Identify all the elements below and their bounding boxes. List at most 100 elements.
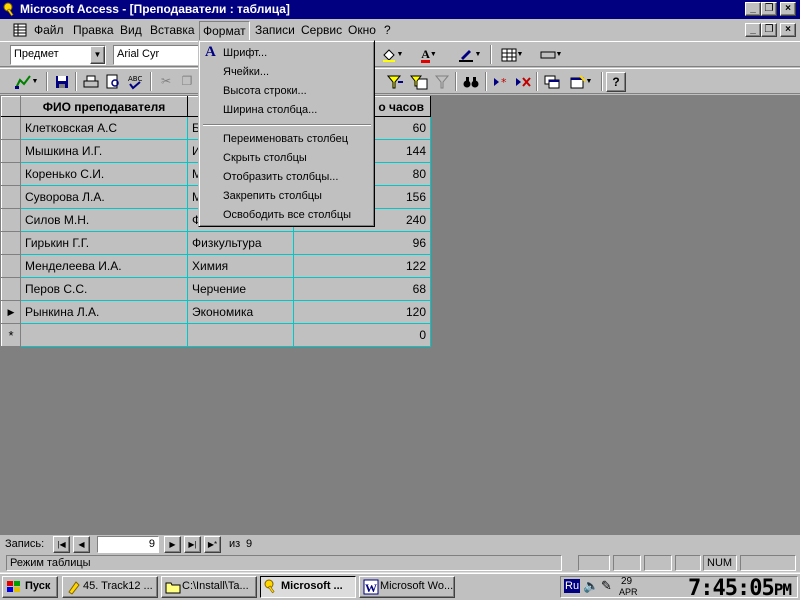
database-window-button[interactable] xyxy=(541,72,563,92)
previous-record-button[interactable]: ◀ xyxy=(73,536,90,553)
record-selector[interactable] xyxy=(1,277,21,301)
apply-filter-button[interactable] xyxy=(431,72,453,92)
menu-records[interactable]: Записи xyxy=(255,23,295,39)
record-selector[interactable] xyxy=(1,139,21,163)
record-selector[interactable] xyxy=(1,231,21,255)
cell-teacher-name[interactable]: Перов С.С. xyxy=(20,277,188,301)
menu-help[interactable]: ? xyxy=(384,23,391,39)
menu-item-column-width[interactable]: Ширина столбца... xyxy=(202,101,373,120)
font-combo[interactable]: Arial Cyr xyxy=(113,45,203,65)
close-button[interactable]: × xyxy=(780,2,796,16)
cell-hours[interactable]: 120 xyxy=(293,300,431,324)
record-selector[interactable] xyxy=(1,254,21,278)
copy-button[interactable]: ❐ xyxy=(177,72,197,92)
cell-teacher-name[interactable]: Коренько С.И. xyxy=(20,162,188,186)
record-selector[interactable] xyxy=(1,208,21,232)
cell-teacher-name[interactable] xyxy=(20,323,188,347)
font-color-button[interactable]: A▼ xyxy=(414,45,444,65)
chevron-down-icon[interactable]: ▼ xyxy=(90,46,105,64)
cell-teacher-name[interactable]: Суворова Л.А. xyxy=(20,185,188,209)
record-selector[interactable] xyxy=(1,116,21,140)
cell-subject[interactable]: Физкультура xyxy=(187,231,294,255)
menu-window[interactable]: Окно xyxy=(348,23,376,39)
field-combo[interactable]: Предмет ▼ xyxy=(10,45,106,65)
cell-hours[interactable]: 0 xyxy=(293,323,431,347)
menu-item-unfreeze-all-columns[interactable]: Освободить все столбцы xyxy=(202,206,373,225)
taskbar-button-word[interactable]: W Microsoft Wo... xyxy=(359,576,455,598)
find-button[interactable] xyxy=(460,72,482,92)
table-row[interactable]: Перов С.С. Черчение 68 xyxy=(1,277,431,301)
menu-file[interactable]: Файл xyxy=(34,23,64,39)
menu-item-row-height[interactable]: Высота строки... xyxy=(202,82,373,101)
menu-item-font[interactable]: A Шрифт... xyxy=(202,44,373,63)
menu-edit[interactable]: Правка xyxy=(73,23,114,39)
menu-item-unhide-columns[interactable]: Отобразить столбцы... xyxy=(202,168,373,187)
title-bar[interactable]: Microsoft Access - [Преподаватели : табл… xyxy=(0,0,800,19)
cell-hours[interactable]: 96 xyxy=(293,231,431,255)
new-record-button[interactable]: * xyxy=(490,72,512,92)
doc-restore-button[interactable]: ❐ xyxy=(761,23,777,37)
menu-view[interactable]: Вид xyxy=(120,23,142,39)
column-header-teacher-name[interactable]: ФИО преподавателя xyxy=(20,96,188,117)
cell-teacher-name[interactable]: Клетковская А.С xyxy=(20,116,188,140)
cell-hours[interactable]: 122 xyxy=(293,254,431,278)
menu-item-cells[interactable]: Ячейки... xyxy=(202,63,373,82)
table-row-current[interactable]: ▶ Рынкина Л.А. Экономика 120 xyxy=(1,300,431,324)
spelling-button[interactable]: ABC xyxy=(124,72,146,92)
special-effect-button[interactable]: ▼ xyxy=(534,45,568,65)
fill-color-button[interactable]: ▼ xyxy=(377,45,407,65)
save-button[interactable] xyxy=(51,72,73,92)
table-row[interactable]: Менделеева И.А. Химия 122 xyxy=(1,254,431,278)
select-all-corner[interactable] xyxy=(1,96,21,117)
print-button[interactable] xyxy=(80,72,102,92)
cell-teacher-name[interactable]: Рынкина Л.А. xyxy=(20,300,188,324)
menu-item-hide-columns[interactable]: Скрыть столбцы xyxy=(202,149,373,168)
help-button[interactable]: ? xyxy=(606,72,626,92)
datasheet-icon[interactable] xyxy=(13,23,27,37)
speaker-icon[interactable]: 🔈 xyxy=(583,578,599,594)
last-record-button[interactable]: ▶| xyxy=(184,536,201,553)
language-indicator[interactable]: Ru xyxy=(564,579,581,593)
menu-item-rename-column[interactable]: Переименовать столбец xyxy=(202,130,373,149)
cell-teacher-name[interactable]: Силов М.Н. xyxy=(20,208,188,232)
menu-format[interactable]: Формат xyxy=(199,21,250,40)
view-button[interactable]: ▼ xyxy=(10,72,42,92)
record-selector[interactable] xyxy=(1,162,21,186)
minimize-button[interactable]: _ xyxy=(745,2,761,16)
table-row-new[interactable]: * 0 xyxy=(1,323,431,347)
cell-subject[interactable]: Химия xyxy=(187,254,294,278)
record-number-input[interactable]: 9 xyxy=(97,536,159,553)
start-button[interactable]: Пуск xyxy=(2,576,58,598)
task-scheduler-icon[interactable]: ✎ xyxy=(601,578,612,594)
menu-tools[interactable]: Сервис xyxy=(301,23,342,39)
cell-teacher-name[interactable]: Мышкина И.Г. xyxy=(20,139,188,163)
cell-teacher-name[interactable]: Менделеева И.А. xyxy=(20,254,188,278)
gridlines-button[interactable]: ▼ xyxy=(495,45,529,65)
filter-by-form-button[interactable] xyxy=(408,72,430,92)
taskbar-button-explorer[interactable]: C:\Install\Ta... xyxy=(161,576,257,598)
record-selector[interactable] xyxy=(1,185,21,209)
cell-hours[interactable]: 68 xyxy=(293,277,431,301)
filter-by-selection-button[interactable] xyxy=(385,72,407,92)
next-record-button[interactable]: ▶ xyxy=(164,536,181,553)
delete-record-button[interactable] xyxy=(512,72,534,92)
cell-subject[interactable]: Экономика xyxy=(187,300,294,324)
doc-close-button[interactable]: × xyxy=(780,23,796,37)
clock[interactable]: 7:45:05PM xyxy=(688,576,792,600)
taskbar-button-access[interactable]: Microsoft ... xyxy=(260,576,356,598)
new-record-marker[interactable]: * xyxy=(1,323,21,347)
cut-button[interactable]: ✂ xyxy=(155,72,177,92)
new-object-button[interactable]: ▼ xyxy=(565,72,597,92)
current-record-marker[interactable]: ▶ xyxy=(1,300,21,324)
doc-minimize-button[interactable]: _ xyxy=(745,23,761,37)
line-color-button[interactable]: ▼ xyxy=(452,45,486,65)
taskbar-button-track[interactable]: 45. Track12 ... xyxy=(62,576,158,598)
cell-subject[interactable]: Черчение xyxy=(187,277,294,301)
maximize-button[interactable]: ❐ xyxy=(761,2,777,16)
table-row[interactable]: Гирькин Г.Г. Физкультура 96 xyxy=(1,231,431,255)
menu-item-freeze-columns[interactable]: Закрепить столбцы xyxy=(202,187,373,206)
cell-teacher-name[interactable]: Гирькин Г.Г. xyxy=(20,231,188,255)
cell-subject[interactable] xyxy=(187,323,294,347)
menu-insert[interactable]: Вставка xyxy=(150,23,195,39)
new-record-nav-button[interactable]: ▶* xyxy=(204,536,221,553)
